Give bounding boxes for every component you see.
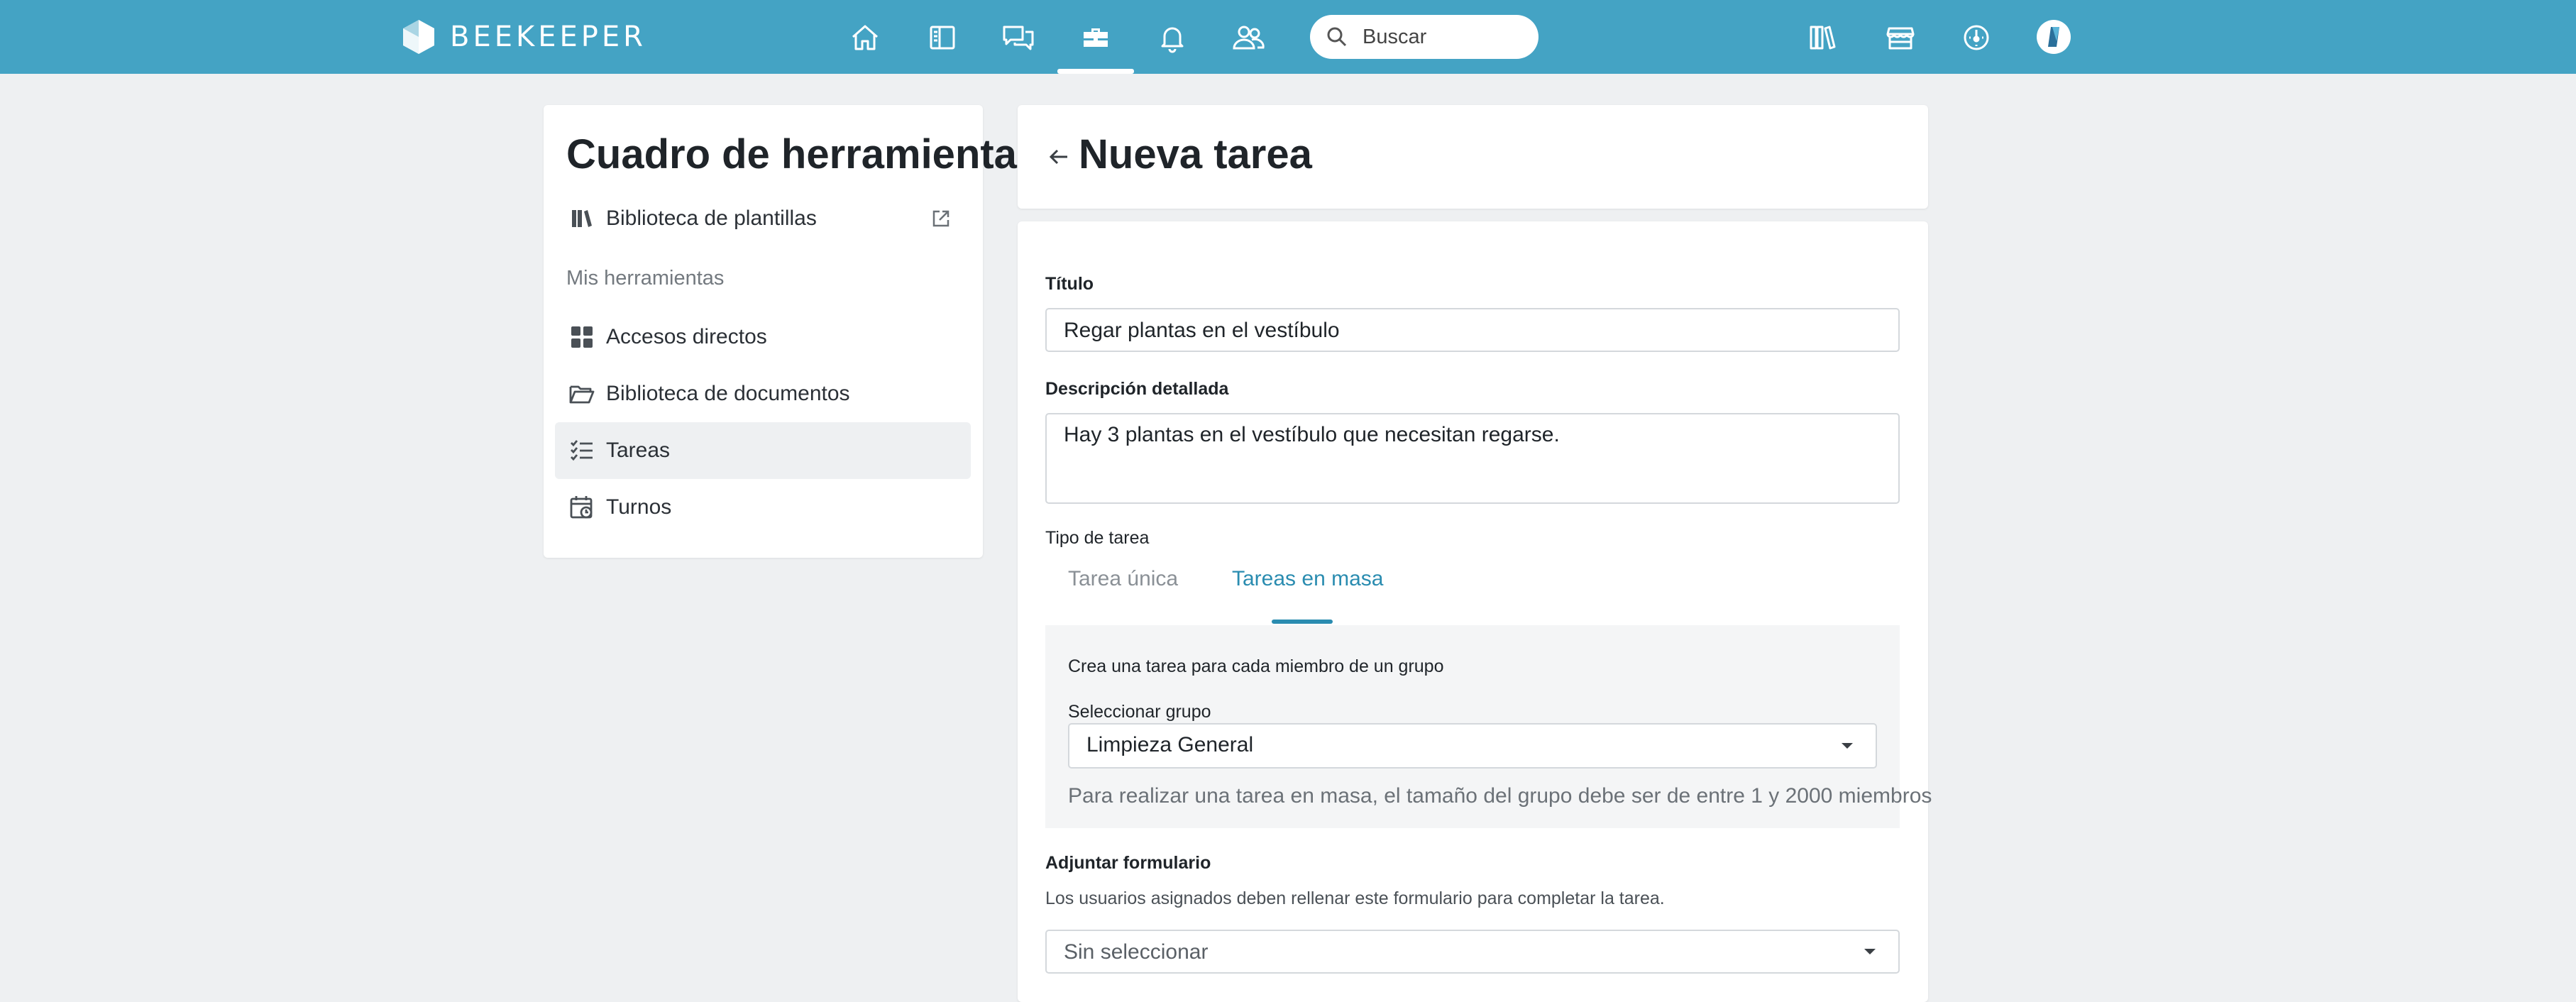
workspace-logo-icon xyxy=(2048,27,2059,47)
people-icon[interactable] xyxy=(1231,20,1266,55)
sidebar-item-document-library[interactable]: Biblioteca de documentos xyxy=(555,365,971,422)
dropdown-caret-icon xyxy=(1842,743,1853,749)
bell-icon[interactable] xyxy=(1155,20,1190,55)
sidebar-item-label: Accesos directos xyxy=(606,325,767,348)
sidebar-title: Cuadro de herramientas xyxy=(566,131,1040,177)
dashboard-icon[interactable] xyxy=(1959,20,1994,55)
mass-task-panel: Crea una tarea para cada miembro de un g… xyxy=(1045,625,1932,828)
attach-form-select[interactable]: Sin seleccionar xyxy=(1045,930,1900,974)
toolbox-icon[interactable] xyxy=(1078,20,1113,55)
select-group-label: Seleccionar grupo xyxy=(1068,702,1211,722)
beekeeper-logo-icon xyxy=(403,20,434,54)
dropdown-caret-icon xyxy=(1864,949,1876,954)
top-navigation-bar: BEEKEEPER xyxy=(0,0,2576,74)
new-task-form: Título Regar plantas en el vestíbulo Des… xyxy=(1018,221,1932,1002)
newspaper-icon[interactable] xyxy=(925,20,960,55)
brand-name: BEEKEEPER xyxy=(450,21,646,53)
group-size-hint: Para realizar una tarea en masa, el tama… xyxy=(1068,784,1932,808)
library-icon xyxy=(572,210,592,227)
description-field[interactable]: Hay 3 plantas en el vestíbulo que necesi… xyxy=(1045,413,1900,504)
page-header: Nueva tarea xyxy=(1018,105,1928,209)
chat-icon[interactable] xyxy=(1001,20,1036,55)
calendar-icon xyxy=(570,496,593,519)
grid-icon xyxy=(571,326,593,348)
sidebar-item-template-library[interactable]: Biblioteca de plantillas xyxy=(555,190,971,247)
tab-mass-tasks[interactable]: Tareas en masa xyxy=(1232,567,1383,591)
search-icon xyxy=(1327,27,1347,47)
sidebar-item-label: Tareas xyxy=(606,439,671,462)
sidebar-item-tasks[interactable]: Tareas xyxy=(555,422,971,479)
folder-icon xyxy=(569,385,595,404)
attach-form-description: Los usuarios asignados deben rellenar es… xyxy=(1045,888,1665,908)
active-nav-indicator xyxy=(1057,69,1134,74)
attach-form-value: Sin seleccionar xyxy=(1064,940,1209,964)
back-arrow-icon[interactable] xyxy=(1046,144,1072,170)
sidebar-item-label: Biblioteca de plantillas xyxy=(606,207,817,230)
sidebar-item-label: Turnos xyxy=(606,495,672,519)
mass-task-description: Crea una tarea para cada miembro de un g… xyxy=(1068,656,1444,676)
search-input[interactable] xyxy=(1363,15,1526,59)
task-type-label: Tipo de tarea xyxy=(1045,528,1150,548)
active-tab-indicator xyxy=(1272,620,1333,624)
group-select[interactable]: Limpieza General xyxy=(1068,723,1877,769)
external-link-icon xyxy=(932,210,950,227)
title-value: Regar plantas en el vestíbulo xyxy=(1064,319,1340,342)
sidebar-item-shifts[interactable]: Turnos xyxy=(555,479,971,536)
store-icon[interactable] xyxy=(1883,20,1918,55)
sidebar-item-label: Biblioteca de documentos xyxy=(606,382,850,405)
search-box[interactable] xyxy=(1310,15,1539,59)
section-label-my-tools: Mis herramientas xyxy=(566,267,725,290)
avatar[interactable] xyxy=(2037,20,2071,54)
attach-form-label: Adjuntar formulario xyxy=(1045,853,1211,873)
home-icon[interactable] xyxy=(847,20,883,55)
tab-single-task[interactable]: Tarea única xyxy=(1068,567,1178,591)
beekeeper-logo[interactable]: BEEKEEPER xyxy=(400,18,646,55)
description-value: Hay 3 plantas en el vestíbulo que necesi… xyxy=(1064,423,1560,446)
page-title: Nueva tarea xyxy=(1079,131,1312,177)
toolbox-sidebar: Cuadro de herramientas Biblioteca de pla… xyxy=(544,105,1040,558)
description-label: Descripción detallada xyxy=(1045,379,1229,399)
library-icon[interactable] xyxy=(1805,20,1841,55)
selected-group: Limpieza General xyxy=(1086,733,1254,756)
checklist-icon xyxy=(571,440,593,461)
sidebar-item-shortcuts[interactable]: Accesos directos xyxy=(555,309,971,365)
title-label: Título xyxy=(1045,274,1094,294)
title-field[interactable]: Regar plantas en el vestíbulo xyxy=(1045,308,1900,352)
